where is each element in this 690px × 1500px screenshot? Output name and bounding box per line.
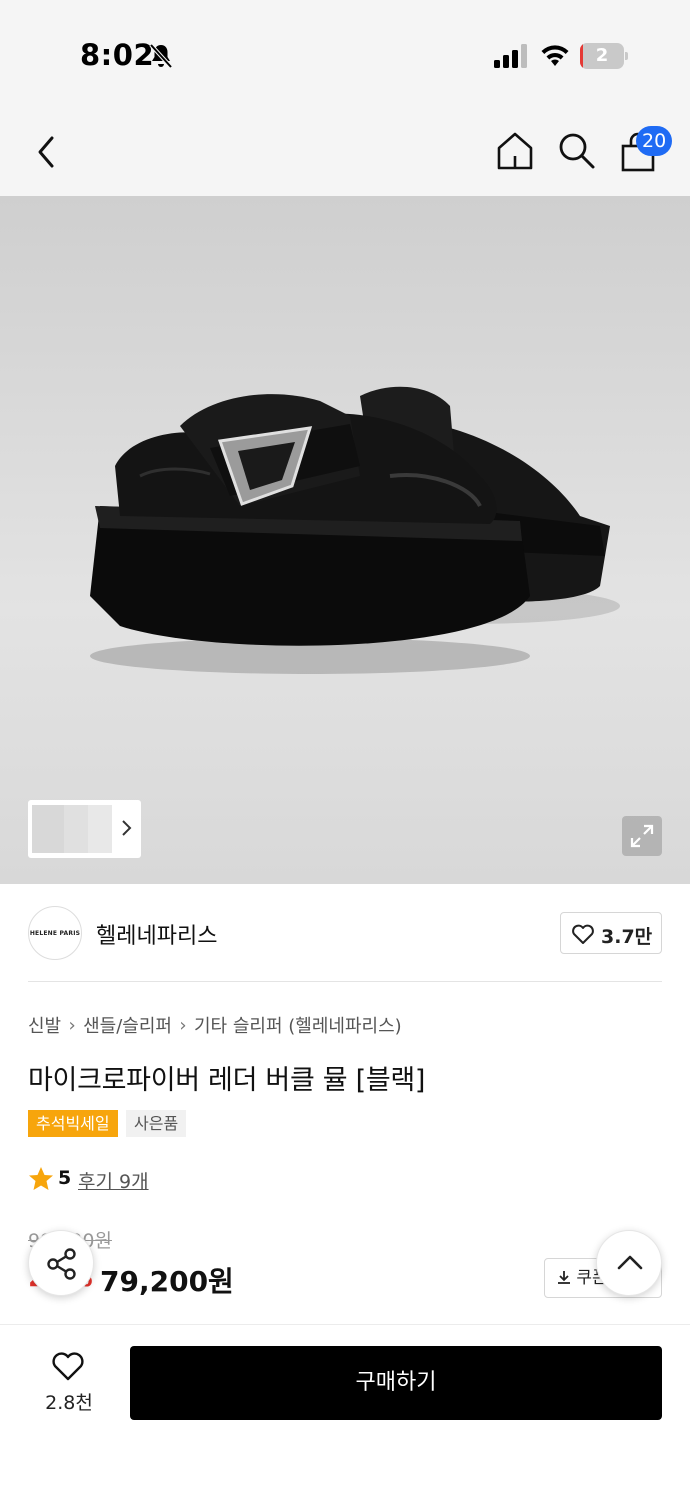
sale-badge: 추석빅세일 <box>28 1110 118 1137</box>
cart-count-badge[interactable]: 20 <box>636 126 673 156</box>
buy-button[interactable]: 구매하기 <box>130 1346 662 1420</box>
share-icon <box>47 1248 76 1280</box>
gift-badge: 사은품 <box>126 1110 187 1137</box>
breadcrumb-item[interactable]: 샌들/슬리퍼 <box>83 1012 172 1038</box>
download-icon <box>558 1271 570 1284</box>
divider <box>28 981 662 982</box>
bell-off-icon <box>149 43 173 69</box>
brand-name[interactable]: 헬레네파리스 <box>96 918 217 950</box>
rating-score: 5 <box>58 1167 72 1189</box>
product-title: 마이크로파이버 레더 버클 뮬 [블랙] <box>28 1065 426 1096</box>
expand-icon <box>630 824 654 848</box>
product-image <box>90 386 620 674</box>
cellular-signal-icon <box>494 44 527 68</box>
brand-logo-text: HELENE PARIS <box>29 930 81 937</box>
thumbnail-strip[interactable] <box>28 800 141 858</box>
heart-icon[interactable] <box>50 1350 86 1382</box>
breadcrumb: 신발 › 샌들/슬리퍼 › 기타 슬리퍼 (헬레네파리스) <box>28 1012 402 1038</box>
brand-like-button[interactable]: 3.7만 <box>560 912 662 954</box>
status-bar: 8:02 2 <box>0 0 690 110</box>
home-icon[interactable] <box>494 130 536 172</box>
star-icon <box>29 1167 53 1190</box>
share-button[interactable] <box>28 1230 94 1296</box>
wifi-icon <box>541 45 569 66</box>
heart-icon <box>572 924 594 944</box>
chevron-right-icon: › <box>179 1014 187 1036</box>
top-navigation <box>0 110 690 196</box>
breadcrumb-item[interactable]: 기타 슬리퍼 (헬레네파리스) <box>194 1012 402 1038</box>
battery-icon: 2 <box>580 43 628 69</box>
battery-percentage: 2 <box>595 45 609 66</box>
chevron-up-icon <box>617 1255 643 1270</box>
product-image-gallery[interactable] <box>0 196 690 884</box>
brand-logo[interactable]: HELENE PARIS <box>28 906 82 960</box>
brand-like-count: 3.7만 <box>601 926 653 948</box>
chevron-right-icon: › <box>68 1014 76 1036</box>
thumbnail[interactable] <box>88 805 112 853</box>
review-link[interactable]: 후기 9개 <box>78 1167 149 1194</box>
expand-image-button[interactable] <box>622 816 662 856</box>
search-icon[interactable] <box>556 130 596 170</box>
status-time: 8:02 <box>80 38 155 72</box>
back-chevron-icon[interactable] <box>26 130 70 174</box>
sale-price: 79,200원 <box>100 1265 234 1298</box>
scroll-to-top-button[interactable] <box>596 1230 662 1296</box>
wish-count: 2.8천 <box>45 1392 93 1414</box>
breadcrumb-item[interactable]: 신발 <box>28 1012 61 1038</box>
chevron-right-icon[interactable] <box>120 816 134 840</box>
